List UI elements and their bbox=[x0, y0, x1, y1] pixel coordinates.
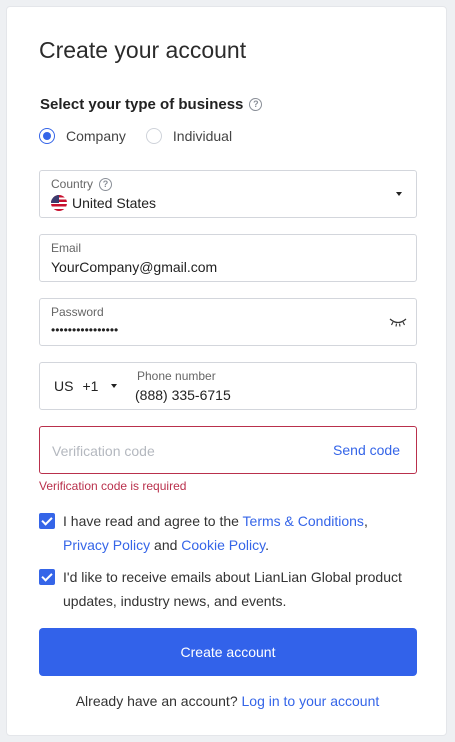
marketing-checkbox[interactable] bbox=[39, 569, 55, 585]
terms-text-2: , bbox=[363, 513, 368, 529]
country-label-row: Country ? bbox=[51, 177, 113, 191]
phone-field: US +1 Phone number (888) 335-6715 bbox=[39, 362, 417, 410]
business-type-radio-group: Company Individual bbox=[39, 128, 252, 144]
terms-text-4: . bbox=[265, 537, 269, 553]
login-prompt-text: Already have an account? bbox=[75, 693, 238, 709]
country-label: Country bbox=[51, 177, 94, 191]
email-field[interactable]: Email YourCompany@gmail.com bbox=[39, 234, 417, 282]
terms-text-1: I have read and agree to the bbox=[63, 513, 243, 529]
country-select[interactable]: Country ? United States bbox=[39, 170, 417, 218]
email-label: Email bbox=[51, 241, 82, 255]
radio-individual-control[interactable] bbox=[145, 128, 162, 144]
phone-label: Phone number bbox=[137, 369, 216, 383]
radio-company-label: Company bbox=[66, 128, 126, 144]
terms-consent-text: I have read and agree to the Terms & Con… bbox=[63, 509, 368, 557]
verification-code-input[interactable] bbox=[52, 441, 312, 461]
radio-individual-label: Individual bbox=[172, 128, 233, 144]
phone-number-input[interactable]: (888) 335-6715 bbox=[135, 387, 231, 403]
login-prompt: Already have an account? Log in to your … bbox=[7, 693, 448, 709]
eye-closed-icon[interactable] bbox=[389, 317, 407, 327]
business-type-label-text: Select your type of business bbox=[40, 96, 244, 113]
verification-error-message: Verification code is required bbox=[39, 479, 187, 493]
radio-company[interactable]: Company bbox=[39, 128, 126, 144]
password-field[interactable]: Password •••••••••••••••• bbox=[39, 298, 417, 346]
chevron-down-icon[interactable] bbox=[396, 192, 402, 196]
phone-dial-code: +1 bbox=[82, 378, 99, 394]
cookie-policy-link[interactable]: Cookie Policy bbox=[181, 537, 265, 553]
verification-code-field: Send code bbox=[39, 426, 417, 474]
country-value-row: United States bbox=[51, 195, 156, 211]
business-type-label: Select your type of business ? bbox=[40, 96, 263, 113]
question-circle-icon[interactable]: ? bbox=[99, 177, 113, 191]
phone-country-code: US bbox=[54, 378, 74, 394]
password-value[interactable]: •••••••••••••••• bbox=[51, 323, 118, 337]
marketing-consent-row: I'd like to receive emails about LianLia… bbox=[39, 565, 417, 613]
password-label: Password bbox=[51, 305, 104, 319]
login-link[interactable]: Log in to your account bbox=[242, 693, 380, 709]
terms-conditions-link[interactable]: Terms & Conditions bbox=[243, 513, 364, 529]
terms-checkbox[interactable] bbox=[39, 513, 55, 529]
signup-card: Create your account Select your type of … bbox=[6, 6, 447, 736]
create-account-button[interactable]: Create account bbox=[39, 628, 417, 676]
radio-company-control[interactable] bbox=[39, 128, 55, 144]
terms-text-3: and bbox=[150, 537, 182, 553]
marketing-consent-text: I'd like to receive emails about LianLia… bbox=[63, 569, 402, 609]
question-circle-icon[interactable]: ? bbox=[249, 98, 263, 111]
page-title: Create your account bbox=[39, 37, 247, 63]
phone-country-code-select[interactable]: US +1 bbox=[54, 378, 118, 394]
us-flag-icon bbox=[51, 195, 67, 211]
terms-consent-row: I have read and agree to the Terms & Con… bbox=[39, 509, 419, 557]
chevron-down-icon[interactable] bbox=[111, 384, 118, 388]
radio-individual[interactable]: Individual bbox=[145, 128, 233, 144]
privacy-policy-link[interactable]: Privacy Policy bbox=[63, 537, 150, 553]
send-code-button[interactable]: Send code bbox=[333, 442, 400, 458]
country-value: United States bbox=[72, 195, 157, 211]
email-value[interactable]: YourCompany@gmail.com bbox=[51, 259, 217, 275]
